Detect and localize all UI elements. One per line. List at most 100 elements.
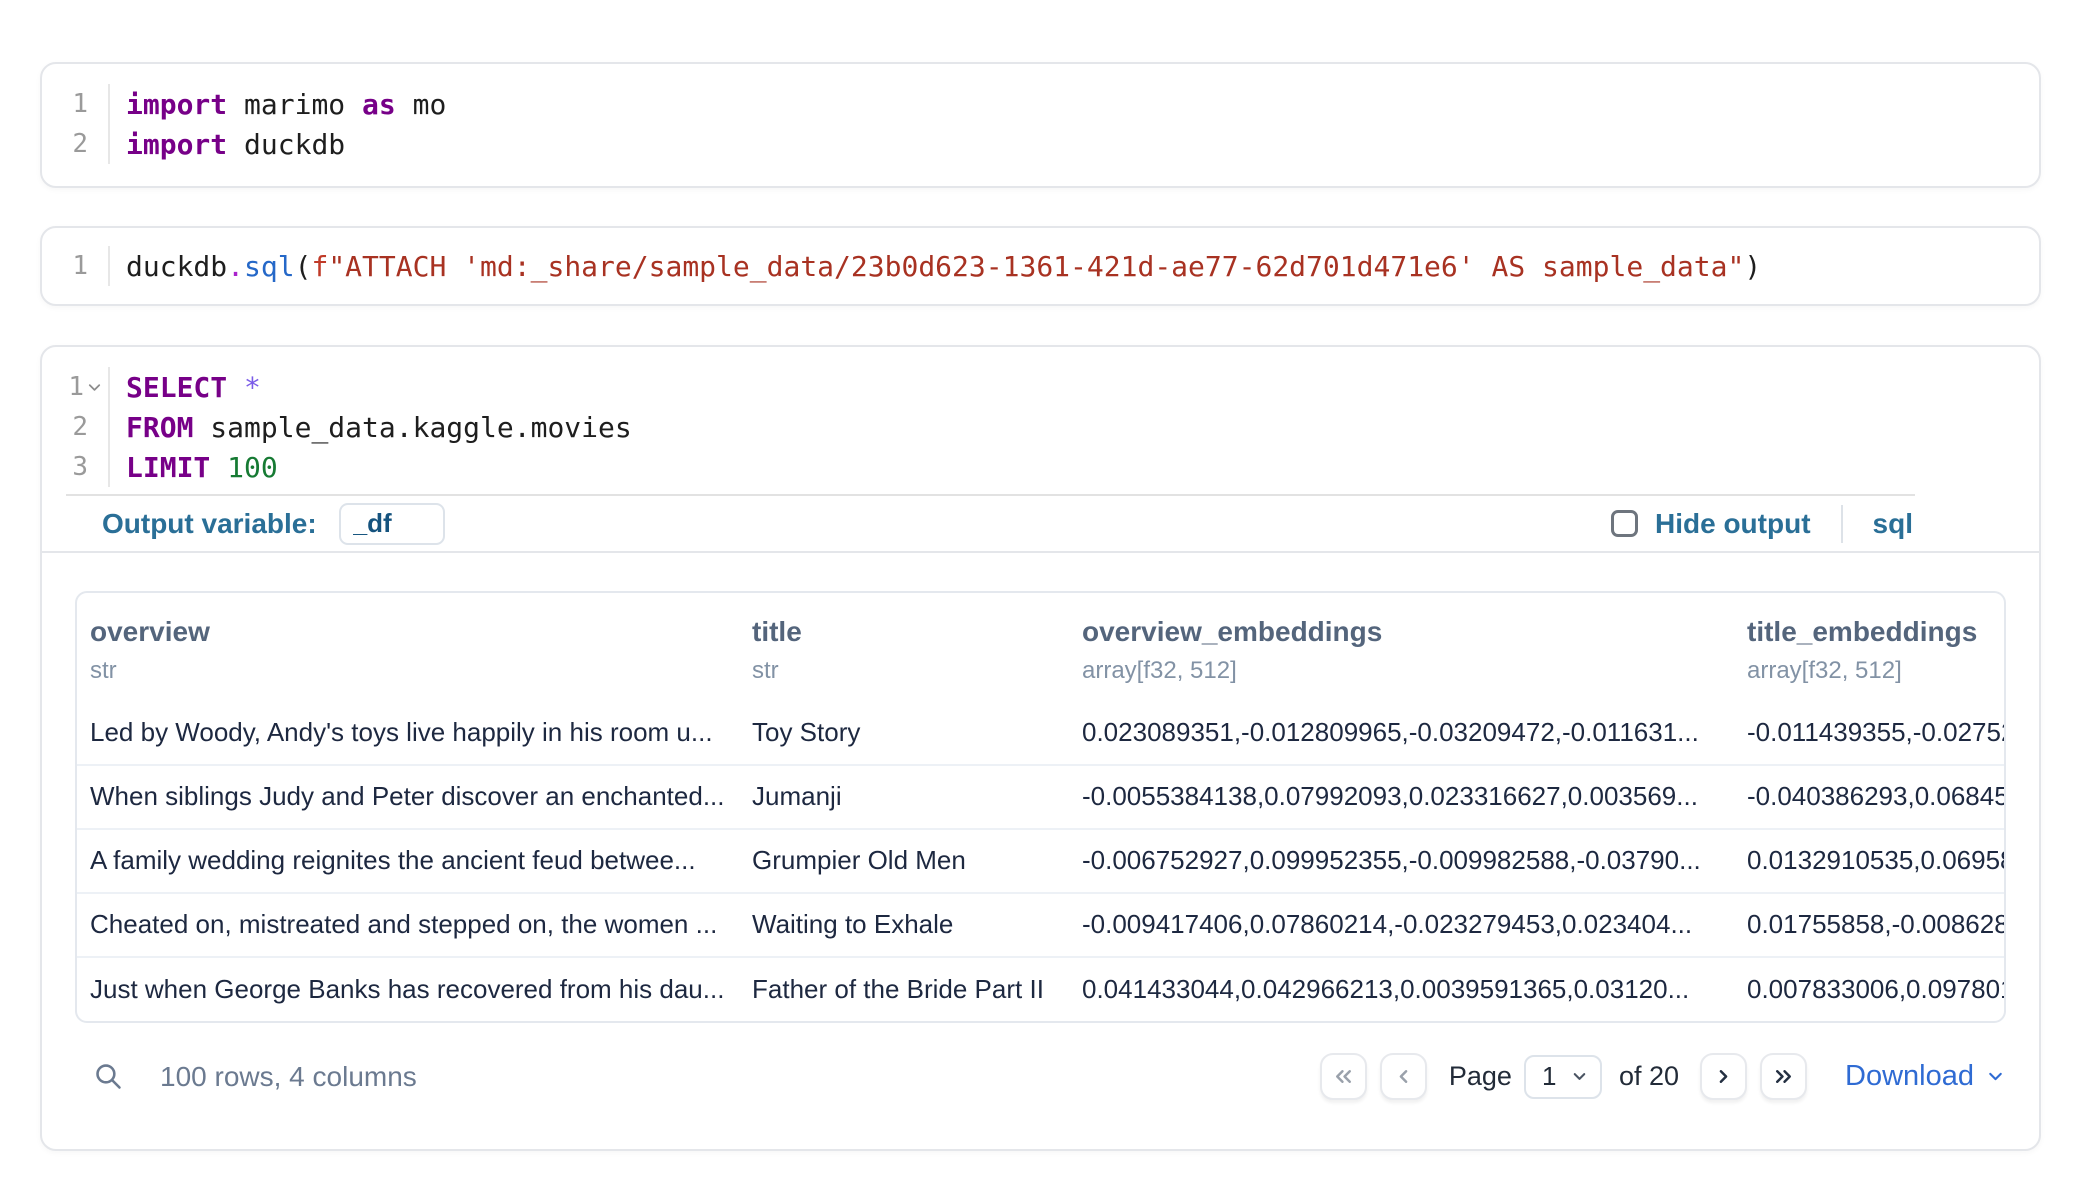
sql-cell-toolbar: Output variable: Hide output sql — [42, 496, 2039, 553]
column-name: overview — [90, 617, 739, 648]
table-cell: -0.0055384138,0.07992093,0.023316627,0.0… — [1069, 765, 1734, 829]
download-label: Download — [1845, 1060, 1974, 1093]
code-token: "ATTACH 'md:_share/sample_data/23b0d623-… — [328, 250, 1744, 283]
table-header-row: overviewstrtitlestroverview_embeddingsar… — [77, 593, 2004, 701]
double-chevron-left-icon — [1331, 1064, 1356, 1089]
table-cell: -0.009417406,0.07860214,-0.023279453,0.0… — [1069, 893, 1734, 957]
code-line[interactable]: duckdb.sql(f"ATTACH 'md:_share/sample_da… — [126, 246, 2039, 286]
line-number-gutter: 1 2 3 — [42, 367, 110, 487]
hide-output-checkbox[interactable] — [1611, 510, 1638, 537]
search-icon[interactable] — [93, 1061, 124, 1092]
column-type: array[f32, 512] — [1082, 657, 1734, 685]
line-number: 2 — [72, 412, 88, 442]
code-token: marimo — [227, 88, 362, 121]
column-name: title — [752, 617, 1069, 648]
table-row[interactable]: Led by Woody, Andy's toys live happily i… — [77, 701, 2004, 765]
code-editor[interactable]: 12 import marimo as moimport duckdb — [42, 64, 2039, 164]
table-cell: Toy Story — [739, 701, 1069, 765]
code-line[interactable]: LIMIT 100 — [126, 447, 2039, 487]
result-table-container: overviewstrtitlestroverview_embeddingsar… — [75, 591, 2006, 1023]
code-line[interactable]: SELECT * — [126, 367, 2039, 407]
line-number: 3 — [72, 452, 88, 482]
page-select[interactable]: 1 — [1524, 1055, 1602, 1099]
line-number-gutter: 1 — [42, 246, 110, 286]
table-cell: 0.01755858,-0.0086286 — [1734, 893, 2004, 957]
line-number: 1 — [68, 372, 84, 402]
table-cell: When siblings Judy and Peter discover an… — [77, 765, 739, 829]
column-header-overview[interactable]: overview str — [77, 593, 739, 701]
code-token: duckdb — [227, 128, 345, 161]
table-cell: Grumpier Old Men — [739, 829, 1069, 893]
output-variable-label: Output variable: — [102, 508, 317, 540]
code-content: duckdb.sql(f"ATTACH 'md:_share/sample_da… — [110, 246, 2039, 286]
output-variable-input[interactable] — [339, 503, 445, 545]
table-cell: 0.007833006,0.097801 — [1734, 957, 2004, 1021]
next-page-button[interactable] — [1700, 1053, 1747, 1100]
code-token: mo — [396, 88, 447, 121]
line-number-gutter: 12 — [42, 84, 110, 164]
table-cell: Jumanji — [739, 765, 1069, 829]
code-token: . — [227, 250, 244, 283]
hide-output-label[interactable]: Hide output — [1655, 508, 1811, 540]
column-header-title_embeddings[interactable]: title_embeddings array[f32, 512] — [1734, 593, 2004, 701]
code-token: import — [126, 128, 227, 161]
table-cell: -0.040386293,0.06845 — [1734, 765, 2004, 829]
table-row[interactable]: A family wedding reignites the ancient f… — [77, 829, 2004, 893]
code-token: as — [362, 88, 396, 121]
table-cell: Led by Woody, Andy's toys live happily i… — [77, 701, 739, 765]
column-header-title[interactable]: title str — [739, 593, 1069, 701]
row-count-summary: 100 rows, 4 columns — [160, 1061, 417, 1093]
code-token: FROM — [126, 411, 193, 444]
code-editor[interactable]: 1 duckdb.sql(f"ATTACH 'md:_share/sample_… — [42, 228, 2039, 286]
code-token: duckdb — [126, 250, 227, 283]
page-select-value: 1 — [1542, 1061, 1556, 1092]
line-number: 1 — [72, 251, 88, 281]
column-type: str — [90, 657, 739, 685]
result-table: overviewstrtitlestroverview_embeddingsar… — [77, 593, 2004, 1021]
chevron-down-icon — [1570, 1067, 1589, 1086]
page-total-label: of 20 — [1619, 1061, 1679, 1092]
table-cell: A family wedding reignites the ancient f… — [77, 829, 739, 893]
column-header-overview_embeddings[interactable]: overview_embeddingsarray[f32, 512] — [1069, 593, 1734, 701]
table-cell: Cheated on, mistreated and stepped on, t… — [77, 893, 739, 957]
code-line[interactable]: import duckdb — [126, 124, 2039, 164]
code-token — [210, 451, 227, 484]
code-token: SELECT — [126, 371, 227, 404]
language-badge-sql[interactable]: sql — [1873, 508, 1913, 540]
code-line[interactable]: import marimo as mo — [126, 84, 2039, 124]
sql-cell: 123 SELECT *FROM sample_data.kaggle.movi… — [40, 345, 2041, 1151]
table-cell: Waiting to Exhale — [739, 893, 1069, 957]
table-row[interactable]: When siblings Judy and Peter discover an… — [77, 765, 2004, 829]
table-body: Led by Woody, Andy's toys live happily i… — [77, 701, 2004, 1021]
column-type: array[f32, 512] — [1747, 657, 2004, 685]
code-token: ) — [1744, 250, 1761, 283]
chevron-right-icon — [1711, 1064, 1736, 1089]
table-row[interactable]: Cheated on, mistreated and stepped on, t… — [77, 893, 2004, 957]
code-cell-attach: 1 duckdb.sql(f"ATTACH 'md:_share/sample_… — [40, 226, 2041, 306]
table-cell: Just when George Banks has recovered fro… — [77, 957, 739, 1021]
code-editor[interactable]: 123 SELECT *FROM sample_data.kaggle.movi… — [42, 347, 2039, 487]
code-content: SELECT *FROM sample_data.kaggle.moviesLI… — [110, 367, 2039, 487]
last-page-button[interactable] — [1760, 1053, 1807, 1100]
divider — [1841, 505, 1843, 543]
code-token: * — [244, 371, 261, 404]
page-label: Page — [1449, 1061, 1512, 1092]
prev-page-button[interactable] — [1380, 1053, 1427, 1100]
code-line[interactable]: FROM sample_data.kaggle.movies — [126, 407, 2039, 447]
double-chevron-right-icon — [1771, 1064, 1796, 1089]
first-page-button[interactable] — [1320, 1053, 1367, 1100]
code-token: sample_data.kaggle.movies — [193, 411, 631, 444]
fold-chevron-down-icon[interactable] — [85, 378, 104, 397]
column-name: title_embeddings — [1747, 617, 2004, 648]
line-number: 2 — [72, 129, 88, 159]
table-footer: 100 rows, 4 columns Page 1 — [75, 1023, 2006, 1109]
code-token: import — [126, 88, 227, 121]
code-content: import marimo as moimport duckdb — [110, 84, 2039, 164]
column-type: str — [752, 657, 1069, 685]
table-row[interactable]: Just when George Banks has recovered fro… — [77, 957, 2004, 1021]
download-button[interactable]: Download — [1845, 1060, 2006, 1093]
cell-output: overviewstrtitlestroverview_embeddingsar… — [42, 555, 2039, 1149]
code-token — [227, 371, 244, 404]
code-token: ( — [295, 250, 312, 283]
table-cell: -0.011439355,-0.02752 — [1734, 701, 2004, 765]
